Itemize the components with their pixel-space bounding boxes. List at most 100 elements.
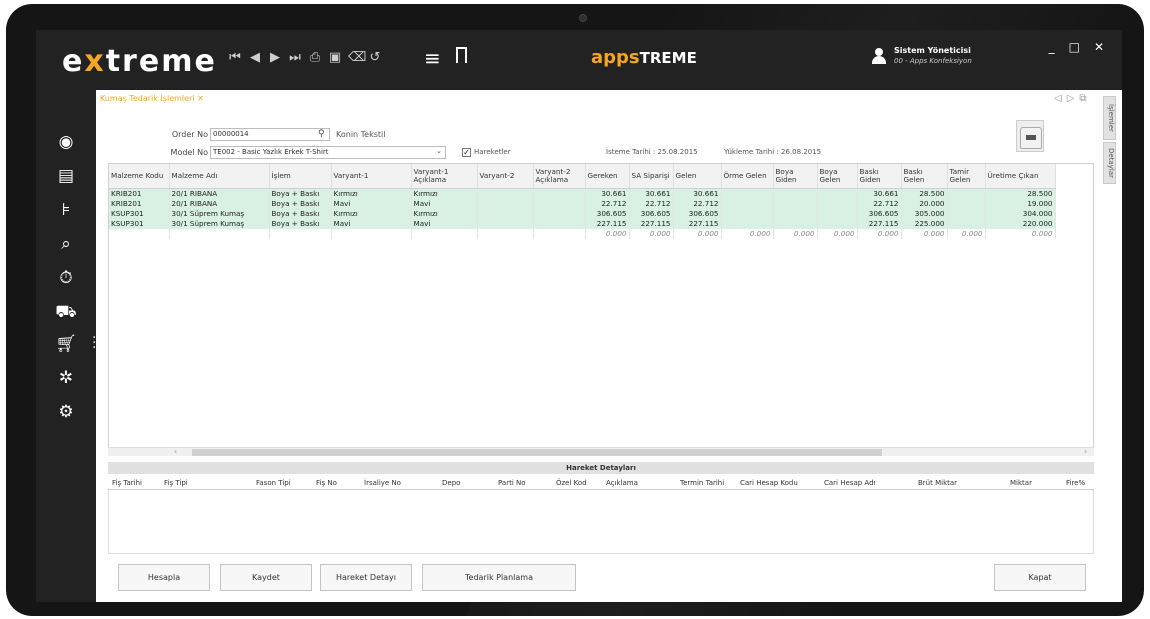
- gear-icon[interactable]: ⚙: [54, 402, 78, 422]
- table-cell[interactable]: Kırmızı: [331, 188, 412, 199]
- kaydet-button[interactable]: Kaydet: [220, 564, 312, 591]
- table-cell[interactable]: KSUP301: [109, 208, 170, 219]
- table-row[interactable]: KSUP301 30/1 Süprem Kumaş Boya + Baskı Kırm…: [109, 208, 1056, 219]
- details-col-header[interactable]: Brüt Miktar: [918, 479, 957, 487]
- document-icon[interactable]: ▤: [54, 166, 78, 186]
- side-tab-islemler[interactable]: İşlemler: [1103, 96, 1116, 140]
- table-cell[interactable]: 227.115: [673, 218, 722, 229]
- prev-record-icon[interactable]: ◀: [248, 50, 262, 65]
- table-cell[interactable]: 306.605: [673, 208, 722, 219]
- side-tab-detaylar[interactable]: Detaylar: [1103, 142, 1116, 184]
- tab-next-icon[interactable]: ▷: [1067, 93, 1075, 104]
- chevron-down-icon[interactable]: ⌄: [436, 147, 442, 155]
- table-cell[interactable]: 22.712: [629, 198, 674, 209]
- table-cell[interactable]: 30.661: [857, 188, 902, 199]
- details-col-header[interactable]: Açıklama: [606, 479, 638, 487]
- details-col-header[interactable]: Fiş Tarihi: [112, 479, 142, 487]
- details-col-header[interactable]: Depo: [442, 479, 460, 487]
- table-cell[interactable]: 30/1 Süprem Kumaş: [169, 208, 270, 219]
- table-cell[interactable]: 20/1 RIBANA: [169, 198, 270, 209]
- model-no-select[interactable]: TE002 - Basic Yazlık Erkek T-Shirt: [210, 146, 446, 159]
- table-cell[interactable]: [477, 218, 534, 229]
- hareket-detayi-button[interactable]: Hareket Detayı: [320, 564, 412, 591]
- target-icon[interactable]: ◉: [54, 132, 78, 152]
- table-cell[interactable]: [947, 218, 986, 229]
- table-cell[interactable]: 306.605: [857, 208, 902, 219]
- scroll-right-icon[interactable]: ›: [1084, 447, 1087, 456]
- hareketler-checkbox[interactable]: ✓: [462, 148, 471, 157]
- table-cell[interactable]: [721, 218, 774, 229]
- table-cell[interactable]: [533, 208, 586, 219]
- col-header[interactable]: İşlem: [269, 164, 332, 189]
- table-row[interactable]: KRIB201 20/1 RIBANA Boya + Baskı Mavi Mavi 22…: [109, 198, 1056, 209]
- print-icon[interactable]: ⎙: [308, 50, 322, 65]
- table-cell[interactable]: KRIB201: [109, 188, 170, 199]
- tab-prev-icon[interactable]: ◁: [1054, 93, 1062, 104]
- first-record-icon[interactable]: ⏮: [228, 50, 242, 65]
- delete-icon[interactable]: ⌫: [348, 50, 366, 65]
- table-cell[interactable]: 305.000: [901, 208, 948, 219]
- tab-list-icon[interactable]: ⧉: [1079, 93, 1086, 104]
- table-cell[interactable]: [947, 208, 986, 219]
- table-cell[interactable]: 22.712: [673, 198, 722, 209]
- details-col-header[interactable]: Cari Hesap Kodu: [740, 479, 798, 487]
- table-cell[interactable]: 20/1 RIBANA: [169, 188, 270, 199]
- col-header[interactable]: Varyant-2: [477, 164, 534, 189]
- tedarik-planlama-button[interactable]: Tedarik Planlama: [422, 564, 576, 591]
- table-row[interactable]: KSUP301 30/1 Süprem Kumaş Boya + Baskı Mavi…: [109, 218, 1056, 229]
- details-col-header[interactable]: Parti No: [498, 479, 526, 487]
- table-cell[interactable]: Boya + Baskı: [269, 188, 332, 199]
- details-col-header[interactable]: Fiş No: [316, 479, 337, 487]
- table-cell[interactable]: 30/1 Süprem Kumaş: [169, 218, 270, 229]
- table-cell[interactable]: 20.000: [901, 198, 948, 209]
- order-no-input[interactable]: 00000014: [210, 128, 330, 141]
- table-cell[interactable]: [533, 188, 586, 199]
- col-header[interactable]: Üretime Çıkan: [985, 164, 1056, 189]
- order-search-icon[interactable]: ⚲: [318, 129, 325, 139]
- table-cell[interactable]: [947, 188, 986, 199]
- table-cell[interactable]: Boya + Baskı: [269, 218, 332, 229]
- table-cell[interactable]: [773, 218, 818, 229]
- cart-icon[interactable]: 🛒︎: [54, 334, 78, 354]
- hesapla-button[interactable]: Hesapla: [118, 564, 210, 591]
- table-cell[interactable]: [533, 218, 586, 229]
- table-cell[interactable]: 227.115: [857, 218, 902, 229]
- save-icon[interactable]: ▣: [328, 50, 342, 65]
- table-cell[interactable]: 22.712: [585, 198, 630, 209]
- table-cell[interactable]: [477, 198, 534, 209]
- table-cell[interactable]: KRIB201: [109, 198, 170, 209]
- col-header[interactable]: Gelen: [673, 164, 722, 189]
- details-col-header[interactable]: Cari Hesap Adı: [824, 479, 875, 487]
- col-header[interactable]: Boya Giden: [773, 164, 818, 189]
- col-header[interactable]: Malzeme Adı: [169, 164, 270, 189]
- table-cell[interactable]: [773, 208, 818, 219]
- col-header[interactable]: Varyant-2 Açıklama: [533, 164, 586, 189]
- table-cell[interactable]: Kırmızı: [411, 208, 478, 219]
- table-cell[interactable]: Mavi: [411, 198, 478, 209]
- horizontal-scrollbar[interactable]: ‹ ›: [108, 447, 1094, 456]
- details-col-header[interactable]: Fason Tipi: [256, 479, 291, 487]
- table-cell[interactable]: 306.605: [585, 208, 630, 219]
- col-header[interactable]: Boya Gelen: [817, 164, 858, 189]
- table-cell[interactable]: [533, 198, 586, 209]
- details-col-header[interactable]: İrsaliye No: [364, 479, 401, 487]
- table-cell[interactable]: 28.500: [901, 188, 948, 199]
- col-header[interactable]: Malzeme Kodu: [109, 164, 170, 189]
- table-cell[interactable]: [721, 198, 774, 209]
- details-col-header[interactable]: Termin Tarihi: [680, 479, 724, 487]
- details-col-header[interactable]: Fire%: [1066, 479, 1085, 487]
- table-row[interactable]: KRIB201 20/1 RIBANA Boya + Baskı Kırmızı Kır…: [109, 188, 1056, 199]
- next-record-icon[interactable]: ▶: [268, 50, 282, 65]
- table-cell[interactable]: Mavi: [331, 198, 412, 209]
- table-cell[interactable]: [721, 208, 774, 219]
- table-cell[interactable]: Boya + Baskı: [269, 198, 332, 209]
- last-record-icon[interactable]: ⏭: [288, 50, 302, 65]
- table-cell[interactable]: 304.000: [985, 208, 1056, 219]
- table-cell[interactable]: [477, 208, 534, 219]
- table-cell[interactable]: [773, 198, 818, 209]
- table-cell[interactable]: Mavi: [331, 218, 412, 229]
- col-header[interactable]: Varyant-1: [331, 164, 412, 189]
- table-cell[interactable]: Kırmızı: [331, 208, 412, 219]
- table-cell[interactable]: Mavi: [411, 218, 478, 229]
- table-cell[interactable]: [477, 188, 534, 199]
